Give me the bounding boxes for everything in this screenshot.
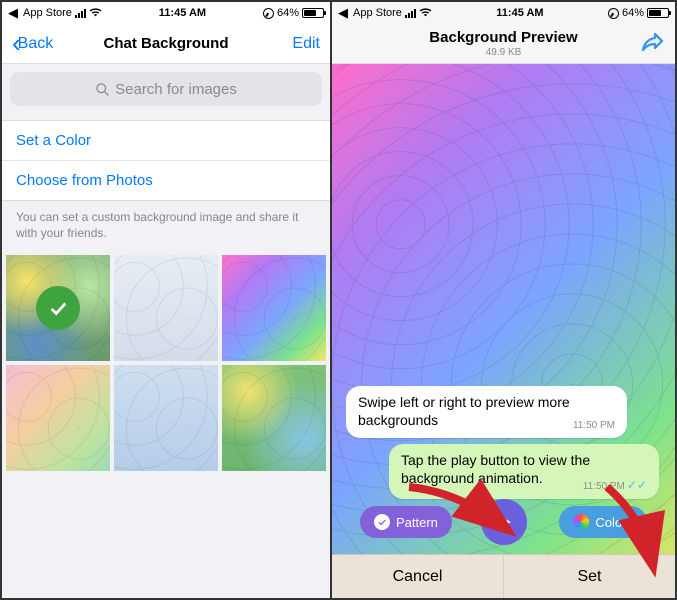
pattern-pill[interactable]: Pattern <box>360 506 452 538</box>
bubble-time: 11:50 PM✓✓ <box>583 478 647 494</box>
background-thumb[interactable] <box>222 255 326 361</box>
color-wheel-icon <box>573 514 589 530</box>
wifi-icon <box>89 7 102 20</box>
status-bar: ◀ App Store 11:45 AM 64% <box>332 2 675 24</box>
message-bubble-incoming: Swipe left or right to preview more back… <box>346 386 627 438</box>
colors-pill[interactable]: Colors <box>559 506 647 538</box>
battery-icon <box>647 8 669 18</box>
search-input[interactable]: Search for images <box>10 72 322 106</box>
read-ticks-icon: ✓✓ <box>627 478 647 492</box>
play-icon <box>495 513 513 531</box>
page-title: Background Preview <box>402 29 605 46</box>
status-time: 11:45 AM <box>432 7 608 19</box>
battery-percent: 64% <box>622 7 644 19</box>
nav-bar: ‹ Back Chat Background Edit <box>2 24 330 64</box>
pattern-label: Pattern <box>396 515 438 530</box>
battery-icon <box>302 8 324 18</box>
hint-text: You can set a custom background image an… <box>2 201 330 255</box>
back-button[interactable]: Back <box>18 35 54 53</box>
cancel-button[interactable]: Cancel <box>332 555 503 598</box>
footer-bar: Cancel Set <box>332 554 675 598</box>
background-thumb[interactable] <box>6 255 110 361</box>
set-a-color-row[interactable]: Set a Color <box>2 121 330 160</box>
wifi-icon <box>419 7 432 20</box>
signal-bars-icon <box>405 9 416 18</box>
play-button[interactable] <box>481 499 527 545</box>
background-thumb[interactable] <box>222 365 326 471</box>
background-thumb[interactable] <box>114 255 218 361</box>
back-to-app-icon: ◀ <box>338 5 348 21</box>
set-button[interactable]: Set <box>503 555 675 598</box>
selected-check-icon <box>36 286 80 330</box>
bubble-text: Swipe left or right to preview more back… <box>358 394 570 428</box>
background-grid <box>2 255 330 471</box>
signal-bars-icon <box>75 9 86 18</box>
rotation-lock-icon <box>608 8 619 19</box>
share-button[interactable] <box>641 31 665 56</box>
check-circle-icon <box>374 514 390 530</box>
background-preview[interactable]: Swipe left or right to preview more back… <box>332 64 675 598</box>
bubble-time: 11:50 PM <box>573 420 615 433</box>
choose-from-photos-row[interactable]: Choose from Photos <box>2 160 330 200</box>
status-app-name: App Store <box>23 7 72 19</box>
message-bubble-outgoing: Tap the play button to view the backgrou… <box>389 444 659 499</box>
back-to-app-icon: ◀ <box>8 5 18 21</box>
colors-label: Colors <box>595 515 633 530</box>
options-list: Set a Color Choose from Photos <box>2 120 330 201</box>
search-icon <box>95 82 110 97</box>
search-placeholder: Search for images <box>115 81 237 98</box>
status-bar: ◀ App Store 11:45 AM 64% <box>2 2 330 24</box>
rotation-lock-icon <box>263 8 274 19</box>
background-thumb[interactable] <box>114 365 218 471</box>
battery-percent: 64% <box>277 7 299 19</box>
status-time: 11:45 AM <box>102 7 263 19</box>
edit-button[interactable]: Edit <box>292 35 320 53</box>
status-app-name: App Store <box>353 7 402 19</box>
bubble-text: Tap the play button to view the backgrou… <box>401 452 590 486</box>
background-thumb[interactable] <box>6 365 110 471</box>
page-title: Chat Background <box>72 35 260 52</box>
page-subtitle: 49.9 KB <box>402 47 605 58</box>
nav-bar: Background Preview 49.9 KB <box>332 24 675 64</box>
